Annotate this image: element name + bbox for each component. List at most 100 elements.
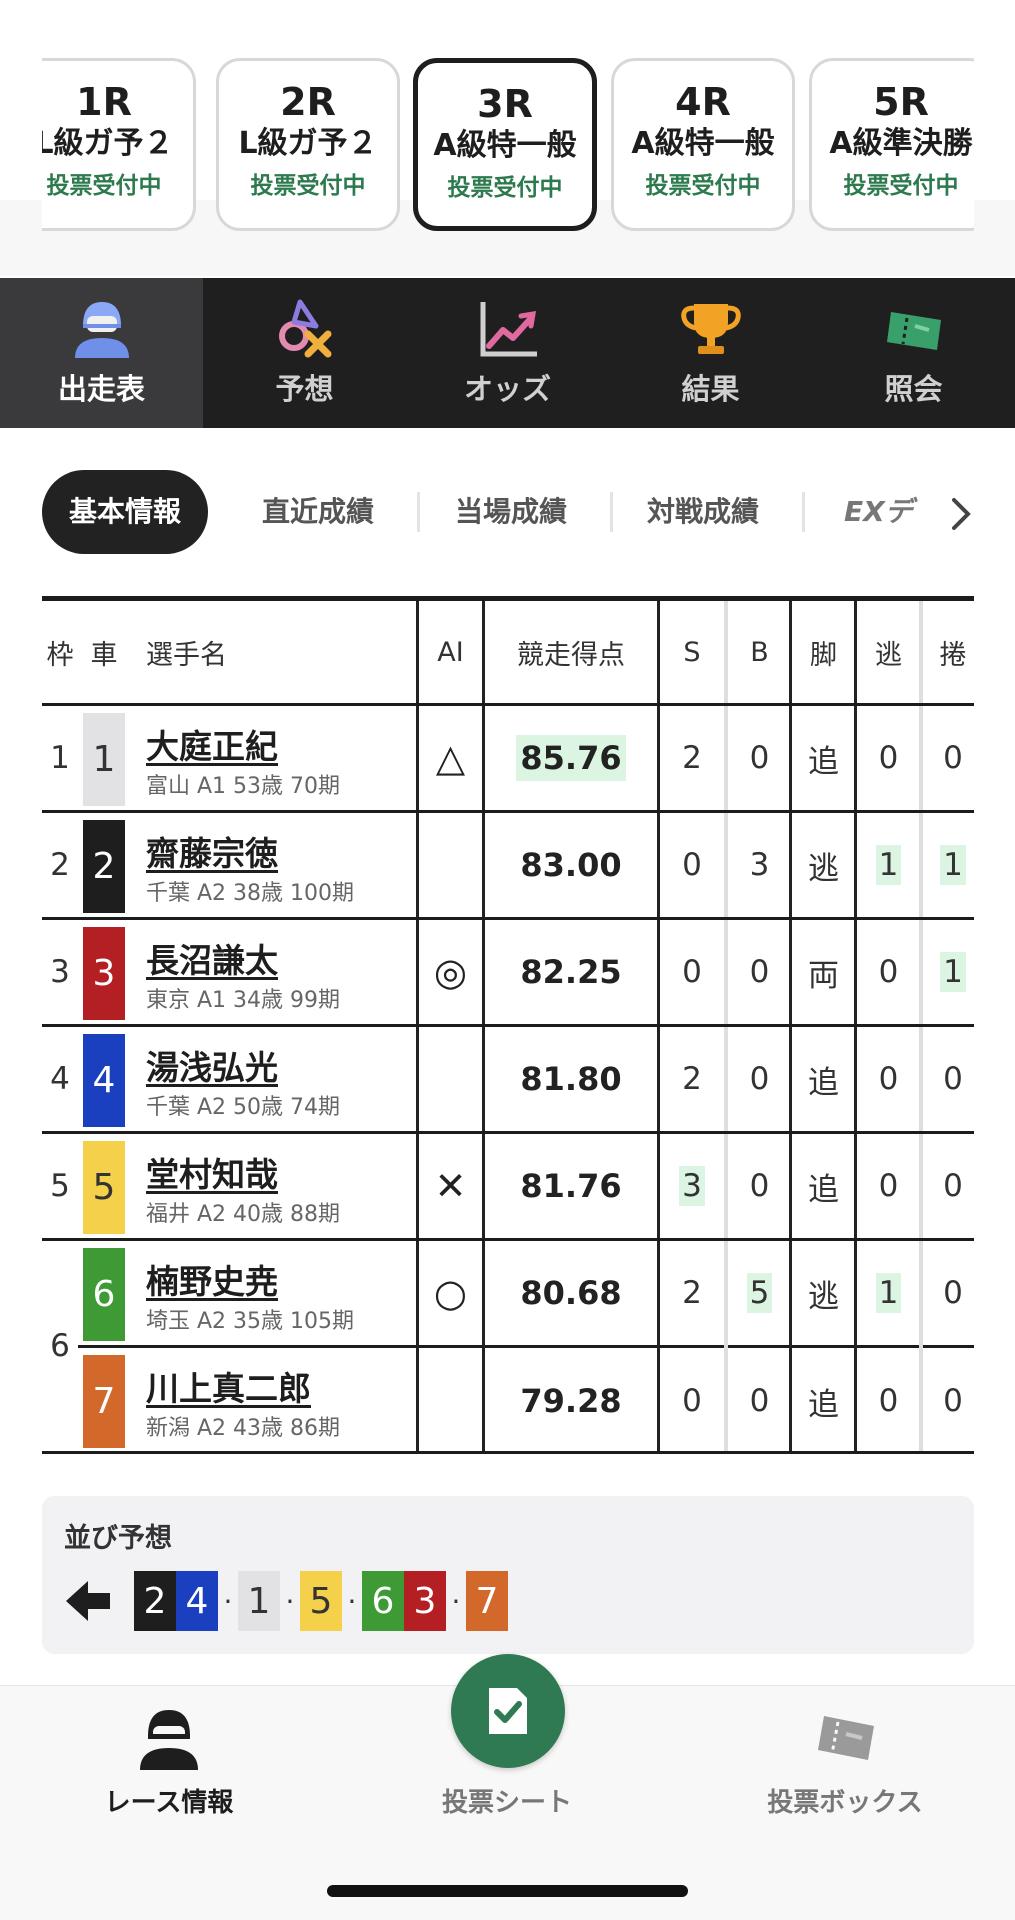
line-separator: ·: [347, 1584, 357, 1618]
line-prediction-title: 並び予想: [64, 1523, 172, 1554]
player-name-link[interactable]: 楠野史尭: [146, 1255, 278, 1303]
table-row[interactable]: 5 5 堂村知哉 福井 A2 40歳 88期 ✕ 81.76 3 0 追 0 0: [42, 1134, 974, 1241]
race-class: L級ガ予２: [42, 126, 174, 161]
makuri-count: 1: [923, 920, 983, 1024]
line-car-5: 5: [300, 1571, 342, 1631]
ai-mark: ◎: [433, 950, 468, 994]
sub-tab-divider: [610, 492, 613, 532]
car-number-badge: 6: [83, 1248, 125, 1341]
race-score: 83.00: [520, 846, 622, 884]
row-divider: [78, 1345, 417, 1348]
nige-count: 1: [857, 1241, 920, 1345]
nige-count: 0: [878, 1383, 899, 1419]
race-tab-4r[interactable]: 4R A級特一般 投票受付中: [611, 58, 795, 231]
waku-number: 2: [50, 847, 70, 883]
sub-tab-divider: [802, 492, 805, 532]
race-tab-2r[interactable]: 2R L級ガ予２ 投票受付中: [216, 58, 400, 231]
line-car-6: 6: [362, 1571, 404, 1631]
player-name-link[interactable]: 湯浅弘光: [146, 1041, 278, 1089]
race-tab-3r[interactable]: 3R A級特一般 投票受付中: [413, 58, 597, 231]
ai-mark: [419, 1348, 482, 1454]
player-name-link[interactable]: 齋藤宗徳: [146, 827, 278, 875]
car-number-badge: 4: [83, 1034, 125, 1127]
car-number-badge: 1: [83, 713, 125, 806]
nige-count: 0: [878, 954, 899, 990]
home-indicator: [327, 1885, 688, 1897]
race-tabs: 1R L級ガ予２ 投票受付中 2R L級ガ予２ 投票受付中 3R A級特一般 投…: [42, 58, 974, 233]
header-s: S: [683, 636, 701, 668]
b-count: 5: [728, 1241, 791, 1345]
s-count: 0: [682, 847, 702, 883]
sub-tab-recent-results[interactable]: 直近成績: [262, 470, 374, 554]
leg-type: 追: [808, 743, 839, 780]
vote-sheet-button[interactable]: [451, 1654, 565, 1768]
waku-number: 5: [50, 1168, 70, 1204]
player-name-link[interactable]: 大庭正紀: [146, 720, 278, 768]
race-number: 5R: [873, 80, 929, 124]
table-header: 枠 車 選手名 AI 競走得点 S B 脚 逃 捲: [42, 596, 974, 706]
header-car: 車: [90, 639, 118, 671]
table-row[interactable]: 2 2 齋藤宗徳 千葉 A2 38歳 100期 83.00 0 3 逃 1 1: [42, 813, 974, 920]
race-score: 82.25: [520, 953, 622, 991]
nige-count-value: 1: [875, 845, 902, 885]
race-tab-5r[interactable]: 5R A級準決勝 投票受付中: [809, 58, 974, 231]
line-sequence: 2 4 · 1 · 5 · 6 3 · 7: [64, 1570, 508, 1632]
waku-number: 4: [50, 1061, 70, 1097]
player-name-link[interactable]: 長沼謙太: [146, 934, 278, 982]
b-count-value: 5: [746, 1273, 773, 1313]
line-prediction: 並び予想 2 4 · 1 · 5 · 6 3 · 7: [42, 1496, 974, 1654]
nav-inquiry[interactable]: 照会: [812, 278, 1015, 428]
player-name-link[interactable]: 堂村知哉: [146, 1148, 278, 1196]
makuri-count: 0: [943, 740, 963, 776]
ticket-icon: [886, 312, 941, 350]
sub-tab-ex-data[interactable]: EXデ: [844, 470, 939, 554]
table-row[interactable]: 3 3 長沼謙太 東京 A1 34歳 99期 ◎ 82.25 0 0 両 0 1: [42, 920, 974, 1027]
race-status: 投票受付中: [843, 173, 959, 199]
line-separator: ·: [451, 1584, 461, 1618]
table-row[interactable]: 1 1 大庭正紀 富山 A1 53歳 70期 △ 85.76 2 0 追 0 0: [42, 706, 974, 813]
nav-entry-list[interactable]: 出走表: [0, 278, 203, 428]
s-count: 2: [682, 1275, 702, 1311]
racer-icon: [74, 302, 129, 358]
sub-tab-divider: [417, 492, 420, 532]
sub-tab-match-results[interactable]: 対戦成績: [647, 470, 759, 554]
nav-odds[interactable]: オッズ: [406, 278, 609, 428]
waku-number: 6: [50, 1328, 70, 1364]
sub-tab-basic-info[interactable]: 基本情報: [42, 470, 209, 554]
line-separator: ·: [285, 1584, 295, 1618]
car-number-badge: 3: [83, 927, 125, 1020]
bottom-tab-label: レース情報: [104, 1788, 234, 1818]
s-count: 2: [682, 1061, 702, 1097]
race-tab-1r[interactable]: 1R L級ガ予２ 投票受付中: [42, 58, 196, 231]
player-info: 千葉 A2 50歳 74期: [146, 1095, 341, 1120]
chevron-right-icon[interactable]: [948, 496, 974, 532]
nav-label: 照会: [884, 372, 943, 406]
nav-label: 結果: [681, 372, 740, 406]
nav-prediction[interactable]: 予想: [203, 278, 406, 428]
makuri-count-value: 1: [940, 952, 966, 992]
player-info: 東京 A1 34歳 99期: [146, 988, 341, 1013]
race-score-value: 85.76: [516, 735, 626, 781]
header-ai: AI: [437, 636, 464, 668]
nav-results[interactable]: 結果: [609, 278, 812, 428]
player-name-link[interactable]: 川上真二郎: [146, 1362, 311, 1410]
table-row-group: 6 6 楠野史尭 埼玉 A2 35歳 105期 7 川上真二郎 新潟 A2 43…: [42, 1241, 974, 1454]
main-nav: 出走表 予想 オッズ 結果 照会: [0, 278, 1015, 428]
prediction-icon: [278, 299, 331, 358]
race-status: 投票受付中: [46, 173, 162, 199]
table-row[interactable]: 4 4 湯浅弘光 千葉 A2 50歳 74期 81.80 2 0 追 0 0: [42, 1027, 974, 1134]
bottom-tab-label: 投票ボックス: [767, 1788, 923, 1818]
header-name: 選手名: [146, 639, 227, 671]
race-number: 4R: [675, 80, 731, 124]
makuri-count-value: 1: [940, 845, 966, 885]
nav-label: 出走表: [57, 372, 145, 406]
leg-type: 追: [808, 1386, 839, 1423]
line-separator: ·: [223, 1584, 233, 1618]
sub-tab-venue-results[interactable]: 当場成績: [455, 470, 567, 554]
player-info: 埼玉 A2 35歳 105期: [146, 1309, 355, 1334]
nav-label: オッズ: [463, 372, 551, 406]
odds-chart-icon: [480, 302, 537, 357]
nige-count: 0: [878, 1061, 899, 1097]
makuri-count: 1: [923, 813, 983, 917]
line-car-4: 4: [176, 1571, 218, 1631]
